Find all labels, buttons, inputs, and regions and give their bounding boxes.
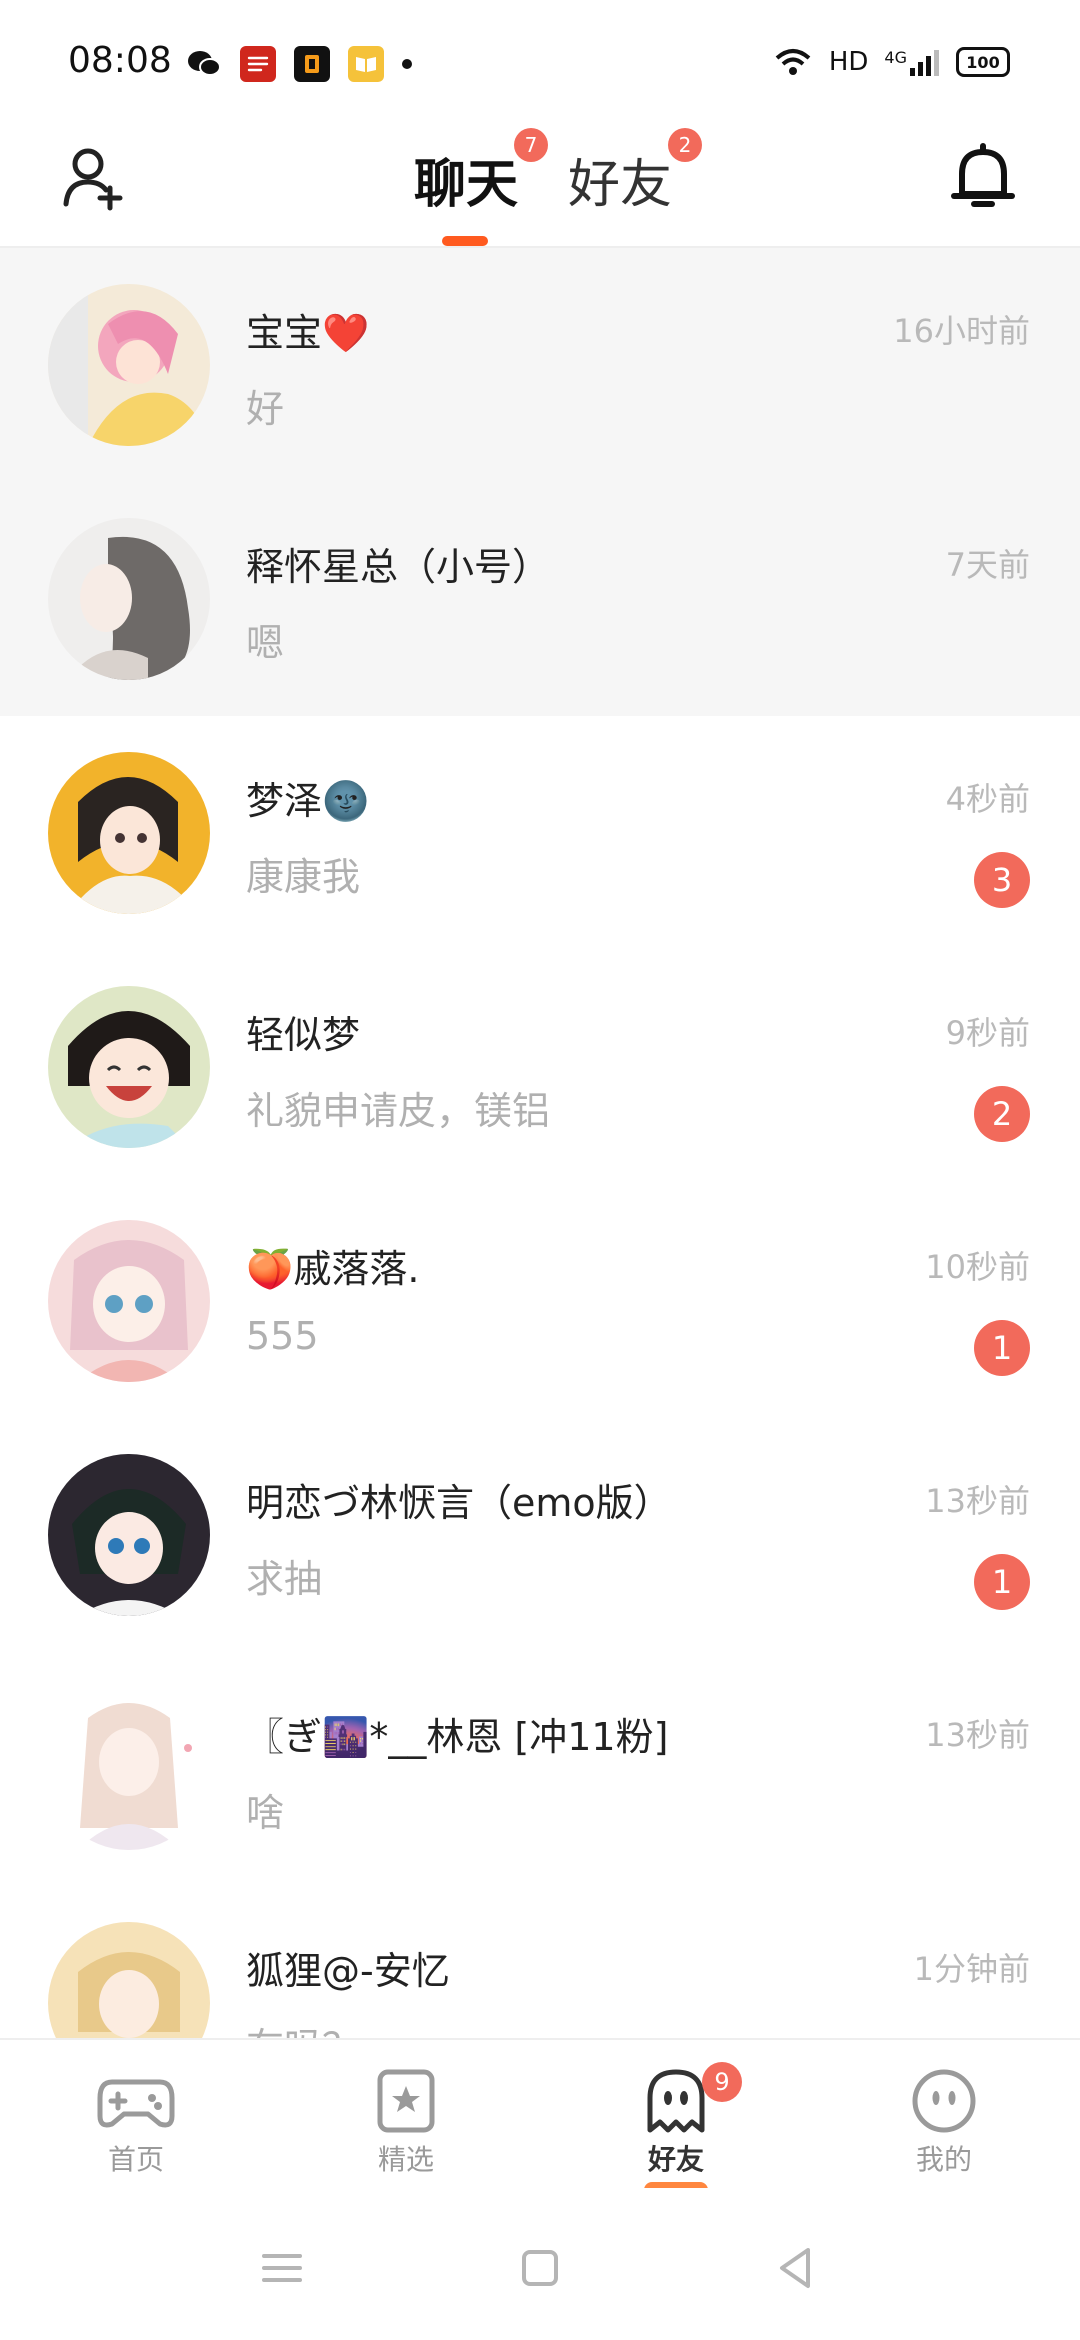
nav-profile-label: 我的	[915, 2143, 972, 2176]
nav-featured-label: 精选	[377, 2143, 434, 2176]
nav-friends-badge: 9	[702, 2062, 742, 2102]
menu-icon[interactable]	[252, 2238, 312, 2298]
chat-item[interactable]: 明恋づ林恹言（emo版） 求抽 13秒前 1	[0, 1418, 1080, 1652]
unread-badge: 3	[974, 852, 1030, 908]
avatar[interactable]	[48, 518, 210, 680]
status-bar: 08:08 HD 4G 100	[0, 0, 1080, 120]
chat-message: 求抽	[246, 1557, 323, 1601]
chat-list[interactable]: 宝宝❤️ 好 16小时前 释怀星总（小号） 嗯 7天前 梦泽🌚 康康我 4秒前 …	[0, 248, 1080, 2038]
chat-time: 13秒前	[925, 1482, 1030, 1520]
chat-message: 好	[246, 387, 285, 431]
chat-name: 释怀星总（小号）	[246, 545, 551, 589]
nav-home-label: 首页	[107, 2143, 164, 2176]
add-friend-icon[interactable]	[60, 142, 130, 212]
chat-item[interactable]: 〖ぎ🌆*__林恩 [冲11粉] 啥 13秒前	[0, 1652, 1080, 1886]
chat-time: 16小时前	[893, 312, 1030, 350]
more-notifications-dot	[402, 59, 412, 69]
unread-badge: 2	[974, 1086, 1030, 1142]
active-tab-indicator	[442, 236, 488, 246]
gamepad-icon	[97, 2079, 175, 2128]
battery-icon: 100	[956, 47, 1010, 77]
chat-time: 9秒前	[945, 1014, 1030, 1052]
book-app-icon	[348, 46, 384, 82]
top-header: 聊天 7 好友 2	[0, 120, 1080, 248]
star-bookmark-icon	[377, 2069, 435, 2133]
system-status-icons: HD 4G 100	[773, 46, 1010, 78]
tab-friends-label: 好友	[568, 155, 673, 215]
tab-chat[interactable]: 聊天 7	[414, 128, 549, 217]
avatar[interactable]	[48, 1688, 210, 1850]
chat-name: 🍑戚落落.	[246, 1247, 420, 1291]
chat-time: 13秒前	[925, 1716, 1030, 1754]
news-app-icon	[240, 46, 276, 82]
chat-message: 在吗？	[246, 2016, 360, 2038]
chat-message: 啥	[246, 1791, 285, 1835]
tab-friends[interactable]: 好友 2	[568, 128, 703, 217]
unread-badge: 1	[974, 1554, 1030, 1610]
home-square-icon[interactable]	[510, 2238, 570, 2298]
chat-time: 7天前	[945, 546, 1030, 584]
signal-indicator: 4G	[884, 48, 940, 76]
back-triangle-icon[interactable]	[766, 2238, 826, 2298]
chat-time: 10秒前	[925, 1248, 1030, 1286]
avatar[interactable]	[48, 1454, 210, 1616]
chat-message: 嗯	[246, 621, 285, 665]
avatar[interactable]	[48, 1922, 210, 2038]
battery-level: 100	[966, 52, 1000, 72]
orange-app-icon	[294, 46, 330, 82]
chat-item[interactable]: 梦泽🌚 康康我 4秒前 3	[0, 716, 1080, 950]
nav-friends[interactable]: 9 好友	[606, 2062, 746, 2198]
chat-name: 宝宝❤️	[246, 311, 370, 355]
avatar[interactable]	[48, 986, 210, 1148]
unread-badge: 1	[974, 1320, 1030, 1376]
avatar[interactable]	[48, 752, 210, 914]
avatar[interactable]	[48, 284, 210, 446]
chat-item[interactable]: 狐狸@-安忆 在吗？ 1分钟前	[0, 1886, 1080, 2038]
chat-item[interactable]: 🍑戚落落. 555 10秒前 1	[0, 1184, 1080, 1418]
tab-friends-badge: 2	[668, 128, 703, 162]
signal-label: 4G	[884, 48, 907, 67]
status-time: 08:08	[68, 40, 172, 81]
chat-message: 康康我	[246, 855, 361, 899]
bottom-nav: 首页 精选 9 好友 我的	[0, 2038, 1080, 2198]
chat-message: 555	[246, 1314, 319, 1358]
chat-name: 明恋づ林恹言（emo版）	[246, 1481, 672, 1525]
wechat-icon	[186, 46, 222, 82]
chat-item[interactable]: 宝宝❤️ 好 16小时前	[0, 248, 1080, 482]
system-nav-bar	[0, 2188, 1080, 2340]
chat-item[interactable]: 轻似梦 礼貌申请皮，镁铝 9秒前 2	[0, 950, 1080, 1184]
nav-profile[interactable]: 我的	[874, 2068, 1014, 2178]
notification-icons	[186, 46, 412, 82]
chat-name: 狐狸@-安忆	[246, 1949, 450, 1993]
bell-icon[interactable]	[948, 140, 1018, 214]
wifi-icon	[775, 49, 811, 75]
avatar[interactable]	[48, 1220, 210, 1382]
chat-item[interactable]: 释怀星总（小号） 嗯 7天前	[0, 482, 1080, 716]
chat-time: 1分钟前	[913, 1950, 1030, 1988]
chat-name: 轻似梦	[246, 1013, 361, 1057]
chat-time: 4秒前	[945, 780, 1030, 818]
nav-featured[interactable]: 精选	[336, 2068, 476, 2178]
chat-message: 礼貌申请皮，镁铝	[246, 1089, 551, 1133]
nav-friends-label: 好友	[647, 2143, 704, 2176]
tab-chat-label: 聊天	[414, 155, 519, 215]
smiley-icon	[912, 2069, 976, 2133]
nav-home[interactable]: 首页	[66, 2068, 206, 2178]
tab-chat-badge: 7	[514, 128, 549, 162]
chat-name: 〖ぎ🌆*__林恩 [冲11粉]	[246, 1715, 669, 1759]
hd-label: HD	[828, 47, 869, 77]
signal-bars-icon	[910, 50, 939, 76]
chat-name: 梦泽🌚	[246, 779, 370, 823]
